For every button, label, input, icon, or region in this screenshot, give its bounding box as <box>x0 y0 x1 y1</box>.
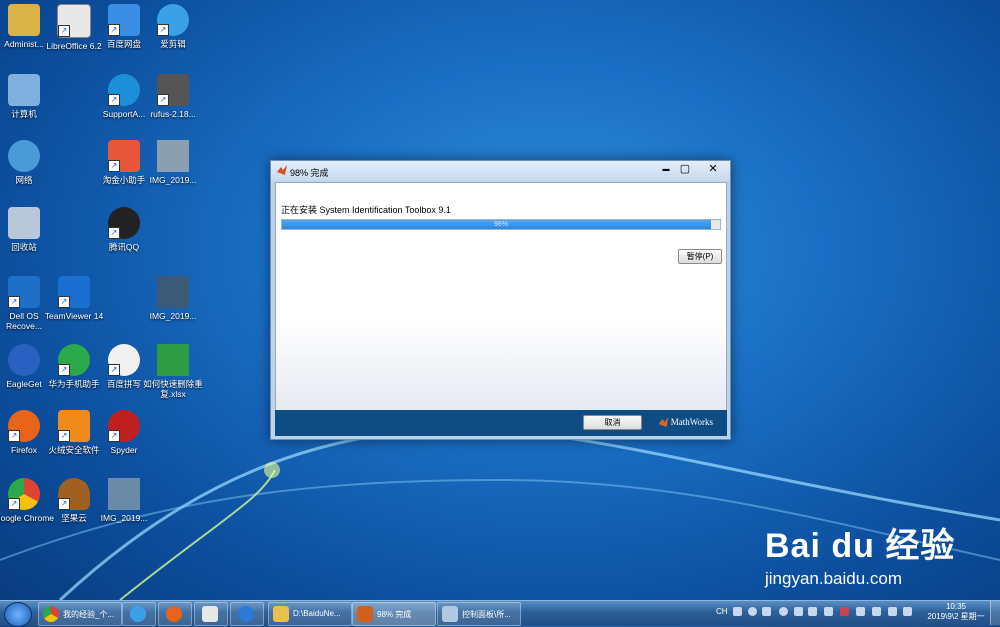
start-button[interactable] <box>4 602 32 627</box>
film-reel-icon <box>130 606 146 622</box>
installer-content: 正在安装 System Identification Toolbox 9.1 9… <box>275 182 727 411</box>
clock-time: 10:35 <box>945 602 967 611</box>
usb-recovery-icon: ↗ <box>8 276 40 308</box>
wrench-icon: ↗ <box>108 74 140 106</box>
taskbar-item-control-panel[interactable]: 控制面板\所... <box>437 602 521 626</box>
taojin-icon: ↗ <box>108 140 140 172</box>
tray-update-icon[interactable] <box>779 607 788 616</box>
tray-user-icon[interactable] <box>762 607 771 616</box>
tray-help-icon[interactable] <box>748 607 757 616</box>
eagle-icon <box>8 344 40 376</box>
mathworks-logo: MathWorks <box>658 417 713 427</box>
huawei-icon: ↗ <box>58 344 90 376</box>
desktop-icon-teamviewer[interactable]: ↗ TeamViewer 14 <box>44 276 104 321</box>
taskbar: 我的经验_个... D:\BaiduNe... 98% 完成 控制面板\所...… <box>0 600 1000 627</box>
internet-explorer-icon <box>238 606 254 622</box>
shield-icon: ↗ <box>58 410 90 442</box>
window-title: 98% 完成 <box>290 168 329 178</box>
penguin-icon: ↗ <box>108 207 140 239</box>
taskbar-item-aijianji[interactable] <box>122 602 156 626</box>
tray-onedrive-icon[interactable] <box>856 607 865 616</box>
folder-icon <box>273 606 289 622</box>
taskbar-item-firefox[interactable] <box>158 602 192 626</box>
taskbar-clock[interactable]: 10:35 2019\9\2 星期一 <box>925 602 987 622</box>
firefox-icon: ↗ <box>8 410 40 442</box>
show-desktop-button[interactable] <box>990 601 1000 625</box>
mathworks-brand-text: MathWorks <box>670 417 713 427</box>
baidu-watermark: Bai du 经验 jingyan.baidu.com <box>765 518 955 589</box>
desktop-icon-network[interactable]: 网络 <box>0 140 54 185</box>
recycle-bin-icon <box>8 207 40 239</box>
tray-network-icon[interactable] <box>888 607 897 616</box>
chrome-icon: ↗ <box>8 478 40 510</box>
document-icon: ↗ <box>57 4 91 38</box>
desktop-icon-recycle-bin[interactable]: 回收站 <box>0 207 54 252</box>
desktop-icon-xlsx-file[interactable]: 如何快速删除重复.xlsx <box>143 344 203 399</box>
desktop-icon-spyder[interactable]: ↗ Spyder <box>94 410 154 455</box>
pause-button[interactable]: 暂停(P) <box>678 249 722 264</box>
desktop-icon-computer[interactable]: 计算机 <box>0 74 54 119</box>
window-titlebar[interactable]: 98% 完成 ▬ ▢ ✕ <box>271 161 730 181</box>
tray-cloud-icon[interactable] <box>794 607 803 616</box>
cloud-icon: ↗ <box>108 4 140 36</box>
mathworks-membrane-icon <box>658 417 669 427</box>
folder-user-icon <box>8 4 40 36</box>
network-globe-icon <box>8 140 40 172</box>
usb-drive-icon: ↗ <box>157 74 189 106</box>
image-thumbnail-icon <box>157 140 189 172</box>
clock-date: 2019\9\2 星期一 <box>927 612 985 621</box>
image-thumbnail-icon <box>157 276 189 308</box>
tray-chat-icon[interactable] <box>808 607 817 616</box>
desktop-icon-rufus[interactable]: ↗ rufus-2.18... <box>143 74 203 119</box>
excel-file-icon <box>157 344 189 376</box>
tray-people-icon[interactable] <box>872 607 881 616</box>
tray-keyboard-icon[interactable] <box>733 607 742 616</box>
calculator-icon <box>202 606 218 622</box>
tray-volume-icon[interactable] <box>903 607 912 616</box>
taskbar-item-calculator[interactable] <box>194 602 228 626</box>
spider-icon: ↗ <box>108 410 140 442</box>
tray-shield-icon[interactable] <box>840 607 849 616</box>
baidu-watermark-logo: Bai du 经验 <box>765 527 956 565</box>
ime-indicator[interactable]: CH <box>716 607 728 616</box>
chrome-icon <box>43 606 59 622</box>
firefox-icon <box>166 606 182 622</box>
tray-bluetooth-icon[interactable] <box>824 607 833 616</box>
desktop-icon-aijianji[interactable]: ↗ 爱剪辑 <box>143 4 203 49</box>
installer-footer: 取消 MathWorks <box>275 410 727 436</box>
desktop-icon-img-3[interactable]: IMG_2019... <box>94 478 154 523</box>
matlab-icon <box>357 606 373 622</box>
control-panel-icon <box>442 606 458 622</box>
cancel-button[interactable]: 取消 <box>583 415 642 430</box>
install-progress-bar: 98% <box>281 219 721 230</box>
taskbar-item-explorer[interactable]: D:\BaiduNe... <box>268 602 352 626</box>
maximize-button[interactable]: ▢ <box>673 162 697 178</box>
taskbar-item-installer[interactable]: 98% 完成 <box>352 602 436 626</box>
taskbar-item-ie[interactable] <box>230 602 264 626</box>
baidu-watermark-url: jingyan.baidu.com <box>765 569 903 588</box>
pen-icon: ↗ <box>108 344 140 376</box>
matlab-icon <box>277 165 287 175</box>
computer-icon <box>8 74 40 106</box>
desktop-icon-qq[interactable]: ↗ 腾讯QQ <box>94 207 154 252</box>
desktop-icon-img-1[interactable]: IMG_2019... <box>143 140 203 185</box>
acorn-icon: ↗ <box>58 478 90 510</box>
desktop-icon-img-2[interactable]: IMG_2019... <box>143 276 203 321</box>
image-thumbnail-icon <box>108 478 140 510</box>
installer-window: 98% 完成 ▬ ▢ ✕ 正在安装 System Identification … <box>270 160 731 440</box>
desktop: Administ... ↗ LibreOffice 6.2 ↗ 百度网盘 ↗ 爱… <box>0 0 1000 600</box>
taskbar-item-chrome[interactable]: 我的经验_个... <box>38 602 122 626</box>
teamviewer-icon: ↗ <box>58 276 90 308</box>
install-status-label: 正在安装 System Identification Toolbox 9.1 <box>281 205 451 215</box>
film-reel-icon: ↗ <box>157 4 189 36</box>
progress-percent-text: 98% <box>493 221 508 228</box>
close-button[interactable]: ✕ <box>698 162 728 178</box>
